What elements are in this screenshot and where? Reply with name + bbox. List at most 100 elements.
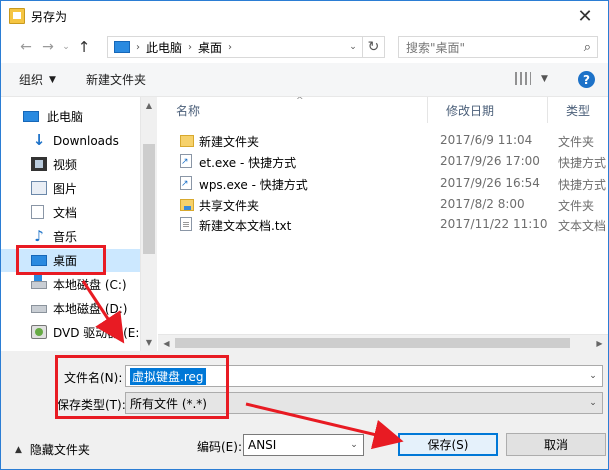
drive-icon <box>31 305 47 313</box>
save-as-dialog: 另存为 ✕ ← → ⌄ ↑ › 此电脑 › 桌面 › ⌄ ↻ 搜索"桌面" ⌕ … <box>0 0 609 470</box>
file-list: 名称 ^ 修改日期 类型 新建文件夹 2017/6/9 11:04 文件夹 et… <box>158 97 608 351</box>
search-input[interactable]: 搜索"桌面" ⌕ <box>398 36 598 58</box>
save-button[interactable]: 保存(S) <box>398 433 498 456</box>
file-type: 文本文档 <box>558 219 607 233</box>
file-date: 2017/6/9 11:04 <box>440 133 533 147</box>
scroll-up-icon[interactable]: ▲ <box>141 97 157 114</box>
search-icon: ⌕ <box>583 40 591 55</box>
scroll-down-icon[interactable]: ▼ <box>141 334 157 351</box>
shortcut-icon <box>180 176 192 190</box>
file-date: 2017/8/2 8:00 <box>440 197 525 211</box>
back-arrow-icon[interactable]: ← <box>15 36 37 58</box>
cancel-button[interactable]: 取消 <box>506 433 606 456</box>
sidebar-item-drive-d[interactable]: 本地磁盘 (D:) <box>1 297 141 320</box>
column-header-name[interactable]: 名称 ^ <box>158 97 428 123</box>
download-icon: ↓ <box>32 131 46 149</box>
sort-ascending-icon: ^ <box>296 97 304 106</box>
window-title: 另存为 <box>31 9 68 24</box>
chevron-right-icon[interactable]: › <box>136 42 140 53</box>
address-bar[interactable]: › 此电脑 › 桌面 › ⌄ ↻ <box>107 36 385 58</box>
shortcut-icon <box>180 154 192 168</box>
document-icon <box>31 205 44 219</box>
help-icon[interactable]: ? <box>578 71 595 88</box>
column-header-label: 修改日期 <box>446 103 495 118</box>
view-details-icon <box>515 72 531 85</box>
file-row[interactable]: et.exe - 快捷方式 2017/9/26 17:00 快捷方式 <box>158 151 608 171</box>
toolbar: 组织 ▼ 新建文件夹 ▼ ? <box>1 63 608 97</box>
chevron-down-icon[interactable]: ⌄ <box>584 366 602 386</box>
sidebar-item-documents[interactable]: 文档 <box>1 201 141 224</box>
encoding-select[interactable]: ANSI ⌄ <box>243 434 364 456</box>
caret-down-icon: ▼ <box>541 73 548 84</box>
file-row[interactable]: 新建文件夹 2017/6/9 11:04 文件夹 <box>158 130 608 150</box>
scroll-right-icon[interactable]: ▶ <box>591 335 608 352</box>
sidebar-scrollbar[interactable]: ▲ ▼ <box>140 97 157 351</box>
file-type: 快捷方式 <box>558 156 607 170</box>
chevron-down-icon: ⌄ <box>589 398 597 408</box>
address-bar-row: ← → ⌄ ↑ › 此电脑 › 桌面 › ⌄ ↻ 搜索"桌面" ⌕ <box>1 31 608 63</box>
scrollbar-thumb[interactable] <box>143 144 155 254</box>
file-name: wps.exe - 快捷方式 <box>199 178 308 192</box>
sidebar-item-dvd-drive[interactable]: DVD 驱动器 (E:) <box>1 321 145 344</box>
column-header-label: 类型 <box>566 103 591 118</box>
file-name: 共享文件夹 <box>199 199 260 213</box>
column-header-label: 名称 <box>176 103 201 118</box>
close-button[interactable]: ✕ <box>562 1 608 31</box>
organize-button[interactable]: 组织 ▼ <box>19 71 56 88</box>
chevron-right-icon[interactable]: › <box>188 42 192 53</box>
file-name: et.exe - 快捷方式 <box>199 156 297 170</box>
sidebar-item-label: 此电脑 <box>47 110 84 124</box>
refresh-icon[interactable]: ↻ <box>362 37 384 57</box>
title-bar: 另存为 ✕ <box>1 1 608 31</box>
shared-folder-icon <box>180 199 194 211</box>
sidebar-item-label: 音乐 <box>53 230 78 244</box>
annotation-box-filename <box>55 355 229 419</box>
sidebar-item-label: 本地磁盘 (C:) <box>53 278 127 292</box>
music-icon: ♪ <box>34 227 44 245</box>
annotation-box-desktop <box>16 245 106 275</box>
text-file-icon <box>180 217 192 231</box>
pc-icon <box>23 111 39 122</box>
sidebar-item-label: 视频 <box>53 158 78 172</box>
address-dropdown-icon[interactable]: ⌄ <box>345 37 361 57</box>
sidebar-item-videos[interactable]: 视频 <box>1 153 141 176</box>
file-name: 新建文本文档.txt <box>199 219 292 233</box>
notepad-icon <box>9 8 25 24</box>
hide-folders-label: 隐藏文件夹 <box>29 443 90 457</box>
column-header-date[interactable]: 修改日期 <box>428 97 548 123</box>
file-row[interactable]: 新建文本文档.txt 2017/11/22 11:10 文本文档 <box>158 214 608 234</box>
file-row[interactable]: 共享文件夹 2017/8/2 8:00 文件夹 <box>158 194 608 214</box>
recent-locations-chevron-icon[interactable]: ⌄ <box>59 36 73 58</box>
caret-down-icon: ▼ <box>49 74 56 85</box>
new-folder-button[interactable]: 新建文件夹 <box>86 71 146 88</box>
sidebar-item-downloads[interactable]: ↓ Downloads <box>1 129 141 152</box>
hide-folders-toggle[interactable]: ▲ 隐藏文件夹 <box>15 441 90 458</box>
horizontal-scrollbar[interactable]: ◀ ▶ <box>158 334 608 351</box>
chevron-down-icon: ⌄ <box>350 440 358 450</box>
caret-up-icon: ▲ <box>15 444 22 455</box>
change-view-button[interactable]: ▼ <box>515 72 548 85</box>
sidebar-item-label: DVD 驱动器 (E:) <box>53 326 145 340</box>
scrollbar-thumb[interactable] <box>175 338 570 348</box>
file-type: 快捷方式 <box>558 178 607 192</box>
scroll-left-icon[interactable]: ◀ <box>158 335 175 352</box>
video-icon <box>31 157 47 171</box>
forward-arrow-icon[interactable]: → <box>37 36 59 58</box>
pc-icon <box>114 41 130 53</box>
file-type: 文件夹 <box>558 135 595 149</box>
organize-label: 组织 <box>19 73 44 87</box>
up-arrow-icon[interactable]: ↑ <box>73 36 95 58</box>
column-header-type[interactable]: 类型 <box>548 97 608 123</box>
chevron-right-icon[interactable]: › <box>228 42 232 53</box>
sidebar-item-label: 图片 <box>53 182 78 196</box>
file-name: 新建文件夹 <box>199 135 260 149</box>
search-placeholder: 搜索"桌面" <box>406 40 466 55</box>
breadcrumb-this-pc[interactable]: 此电脑 <box>146 39 182 56</box>
sidebar-item-label: Downloads <box>53 133 119 148</box>
drive-icon <box>31 275 47 289</box>
sidebar-item-pictures[interactable]: 图片 <box>1 177 141 200</box>
sidebar-item-this-pc[interactable]: 此电脑 <box>1 105 141 128</box>
breadcrumb-desktop[interactable]: 桌面 <box>198 39 222 56</box>
file-row[interactable]: wps.exe - 快捷方式 2017/9/26 16:54 快捷方式 <box>158 173 608 193</box>
sidebar-item-drive-c[interactable]: 本地磁盘 (C:) <box>1 273 141 296</box>
